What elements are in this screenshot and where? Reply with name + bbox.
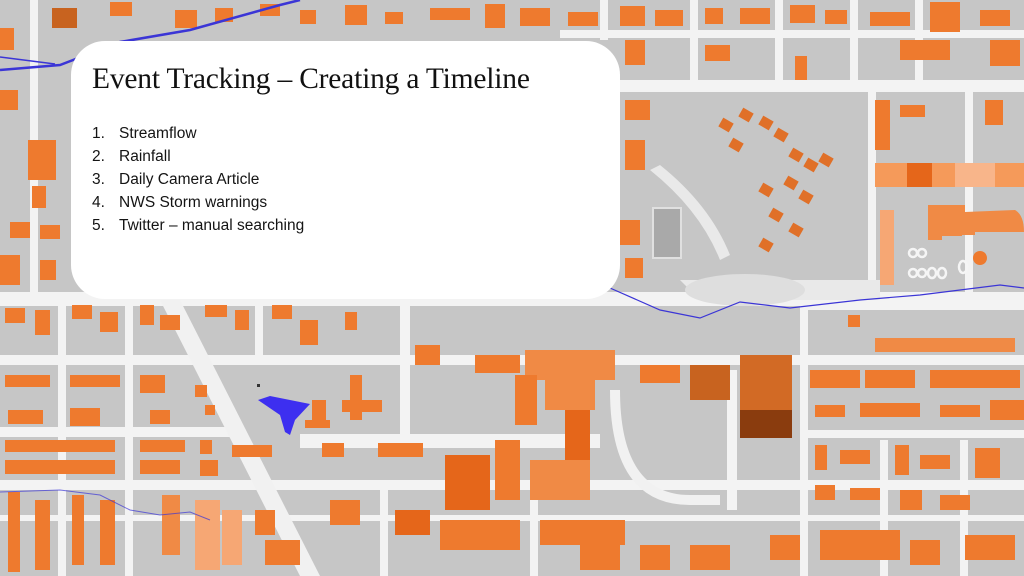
list-item: 3. Daily Camera Article (92, 168, 304, 191)
list-item-number: 4. (92, 194, 105, 211)
campus-lawn-light (685, 274, 805, 306)
list-item-label: NWS Storm warnings (119, 194, 268, 211)
list-item-number: 5. (92, 217, 105, 234)
slide-content-card: Event Tracking – Creating a Timeline 1. S… (71, 41, 620, 299)
slide-title: Event Tracking – Creating a Timeline (92, 63, 530, 95)
list-item-label: Daily Camera Article (119, 171, 260, 188)
list-item: 4. NWS Storm warnings (92, 191, 304, 214)
list-item-number: 1. (92, 125, 105, 142)
small-marker (257, 384, 260, 387)
list-item-number: 3. (92, 171, 105, 188)
list-item-label: Rainfall (119, 148, 171, 165)
list-item: 5. Twitter – manual searching (92, 214, 304, 237)
list-item: 2. Rainfall (92, 145, 304, 168)
parking-lot (652, 207, 682, 259)
list-item-label: Twitter – manual searching (119, 217, 305, 234)
list-item-label: Streamflow (119, 125, 197, 142)
list-item-number: 2. (92, 148, 105, 165)
list-item: 1. Streamflow (92, 122, 304, 145)
data-source-list: 1. Streamflow 2. Rainfall 3. Daily Camera A… (92, 122, 304, 237)
